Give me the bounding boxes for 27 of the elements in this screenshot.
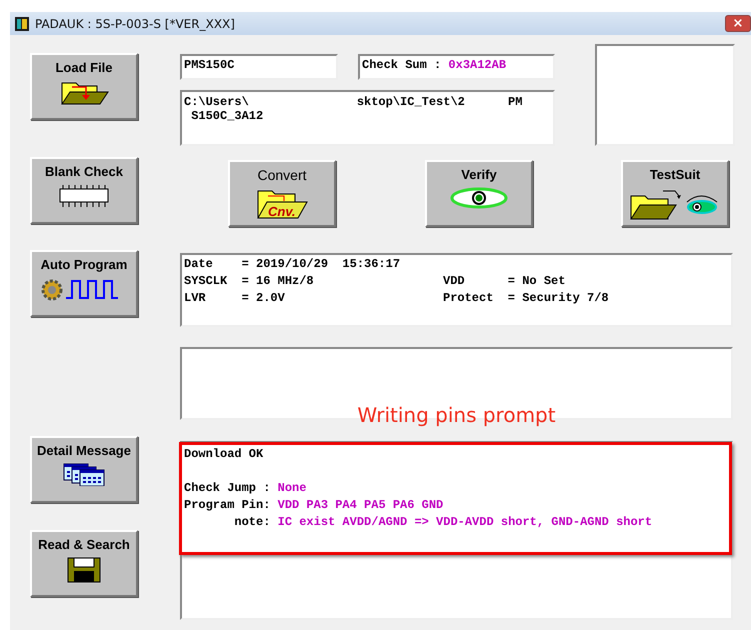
info-line: VDD = No Set [443,274,566,290]
info-line: LVR = 2.0V [184,291,286,307]
tool-button[interactable]: Verify [425,160,533,227]
annotation-text: Writing pins prompt [356,406,557,425]
window-title: PADAUK : 5S-P-003-S [*VER_XXX] [35,16,236,30]
message-line: Download OK [184,447,264,461]
check-sum-field: Check Sum : 0x3A12AB [358,54,555,80]
tool-button[interactable]: Convert Cnv. [228,160,336,227]
tool-button[interactable]: Blank Check [30,157,138,224]
file-path-field: C:\Users\ sktop\IC_Test\2 PM S150C_3A12 [180,90,555,146]
ic-name-field[interactable]: PMS150C [180,54,338,80]
tool-button[interactable]: Load File [30,53,138,120]
info-line: SYSCLK = 16 MHz/8 [184,274,315,290]
eye-icon [449,186,509,210]
info-line: Date = 2019/10/29 15:36:17 [184,257,402,273]
tool-button[interactable]: Detail Message [30,436,138,503]
info-line: Protect = Security 7/8 [443,291,609,307]
chip-icon [57,183,111,209]
close-button[interactable]: × [725,15,751,32]
message-line: note: IC exist AVDD/AGND => VDD-AVDD short, GND-AGND short [233,515,652,529]
message-line: Check Jump : None [184,481,306,495]
windows-icon [62,462,106,486]
tool-button[interactable]: Auto Program [30,250,138,317]
tool-button[interactable]: Read & Search [30,530,138,597]
message-line: Program Pin: VDD PA3 PA4 PA5 PA6 GND [184,498,444,512]
tool-button[interactable]: TestSuit [621,160,729,227]
app-icon [15,16,29,30]
